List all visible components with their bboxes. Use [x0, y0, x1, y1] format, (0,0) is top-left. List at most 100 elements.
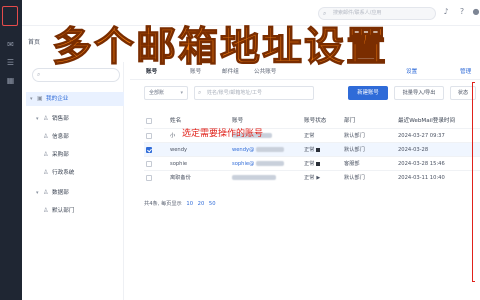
table-row[interactable]: 离职备份 正常 ▶ 默认部门 2024-03-11 10:40: [144, 170, 480, 184]
annotation-text: 选定需要操作的账号: [182, 129, 264, 139]
tree-item-purchase[interactable]: ♙ 采购部: [26, 148, 124, 162]
manage-link[interactable]: 管理: [460, 67, 471, 75]
status-text: 正常: [304, 175, 315, 181]
col-name[interactable]: 姓名: [170, 114, 181, 128]
pagination-summary: 共4条, 每页显示: [144, 201, 182, 207]
tree-item-sales[interactable]: ▾ ♙ 销售部: [26, 112, 124, 126]
cell-account: wendy@: [232, 143, 285, 157]
app-window: ✉ ☰ ▦ ⌕ 搜索邮件/联系人/应用 ♪ ? ● 首页 ⌕ ▾ ▣ 我的企业 ▾ ♙…: [0, 0, 480, 300]
cell-last-login: 2024-03-11 10:40: [398, 175, 445, 181]
chevron-down-icon: ▾: [36, 116, 39, 122]
tree-item-label: 销售部: [52, 116, 69, 122]
calendar-icon[interactable]: ▦: [4, 76, 17, 86]
cell-last-login: 2024-03-28: [398, 147, 429, 153]
search-icon: ⌕: [37, 71, 41, 78]
table-row[interactable]: sophie sophie@ 正常 客服部 2024-03-28 15:46: [144, 156, 480, 170]
user-icon[interactable]: ●: [470, 6, 480, 18]
breadcrumb[interactable]: 首页: [28, 37, 40, 46]
new-account-button[interactable]: 新建账号: [348, 86, 388, 100]
group-icon: ♙: [43, 133, 49, 140]
cell-name: wendy: [170, 147, 188, 153]
cell-status: 正常: [304, 143, 321, 157]
global-search-input[interactable]: ⌕ 搜索邮件/联系人/应用: [318, 7, 436, 20]
mail-icon[interactable]: ✉: [4, 40, 17, 50]
status-marker-icon: [316, 161, 321, 166]
pagination-footer: 共4条, 每页显示 10 20 50: [144, 200, 216, 207]
tree-item-data[interactable]: ▾ ♙ 数据部: [26, 186, 124, 200]
dept-select[interactable]: 全部账 ▾: [144, 86, 188, 100]
global-search-placeholder: 搜索邮件/联系人/应用: [333, 10, 382, 16]
dept-select-value: 全部账: [149, 90, 165, 96]
left-nav-rail: ✉ ☰ ▦: [0, 0, 22, 300]
col-dept[interactable]: 部门: [344, 114, 355, 128]
tree-item-my-company[interactable]: ▾ ▣ 我的企业: [26, 92, 124, 106]
contacts-icon[interactable]: ☰: [4, 58, 17, 68]
bell-icon[interactable]: ♪: [440, 6, 452, 18]
search-icon: ⌕: [198, 89, 202, 96]
cell-account: [232, 171, 276, 185]
row-checkbox[interactable]: [146, 175, 152, 181]
annotation-tick: [472, 82, 475, 83]
chevron-down-icon: ▾: [36, 190, 39, 196]
cell-status: 正常 ▶: [304, 171, 320, 185]
row-checkbox[interactable]: [146, 147, 152, 153]
account-text: wendy@: [232, 147, 255, 153]
tree-item-label: 行政系统: [52, 170, 75, 176]
building-icon: ▣: [37, 95, 43, 102]
group-icon: ♙: [43, 115, 49, 122]
tree-item-info[interactable]: ♙ 信息部: [26, 130, 124, 144]
group-icon: ♙: [43, 189, 49, 196]
group-icon: ♙: [43, 169, 49, 176]
cell-name: sophie: [170, 161, 188, 167]
redacted-block: [232, 175, 276, 180]
redacted-block: [256, 147, 285, 152]
page-size-10[interactable]: 10: [186, 201, 193, 207]
search-icon: ⌕: [323, 10, 327, 17]
page-size-20[interactable]: 20: [198, 201, 205, 207]
redacted-block: [256, 161, 285, 166]
cell-name: 小: [170, 133, 176, 139]
col-last-login[interactable]: 最近WebMail登录时间: [398, 114, 455, 128]
batch-import-export-button[interactable]: 批量导入/导出: [394, 86, 444, 100]
account-text: sophie@: [232, 161, 255, 167]
cell-dept: 默认部门: [344, 133, 365, 139]
row-checkbox[interactable]: [146, 161, 152, 167]
tree-item-label: 信息部: [52, 134, 69, 140]
org-tree-panel: ⌕ ▾ ▣ 我的企业 ▾ ♙ 销售部 ♙ 信息部 ♙ 采购部 ♙ 行政系统 ▾ ♙ 数据部 ♙ 默认…: [26, 62, 124, 300]
group-icon: ♙: [43, 207, 49, 214]
table-row[interactable]: wendy wendy@ 正常 默认部门 2024-03-28: [144, 142, 480, 156]
annotation-tick: [472, 281, 475, 282]
chevron-down-icon: ▾: [30, 96, 33, 102]
account-search-placeholder: 姓名/账号/邮箱地址/工号: [207, 90, 263, 96]
toolbar: 全部账 ▾ ⌕ 姓名/账号/邮箱地址/工号 新建账号 批量导入/导出 状态: [130, 86, 480, 102]
cell-status: 正常: [304, 157, 321, 171]
tree-item-default[interactable]: ♙ 默认部门: [26, 204, 124, 218]
cell-account: sophie@: [232, 157, 285, 171]
main-content: 账号 账号 邮件组 公共账号 设置 管理 全部账 ▾ ⌕ 姓名/账号/邮箱地址/…: [130, 62, 480, 300]
cell-status: 正常: [304, 129, 314, 143]
chevron-down-icon: ▾: [180, 90, 183, 96]
tree-item-admin[interactable]: ♙ 行政系统: [26, 166, 124, 180]
tree-item-label: 我的企业: [46, 96, 69, 102]
help-icon[interactable]: ?: [456, 6, 468, 18]
row-checkbox[interactable]: [146, 133, 152, 139]
tree-item-label: 默认部门: [52, 208, 75, 214]
account-search-input[interactable]: ⌕ 姓名/账号/邮箱地址/工号: [194, 86, 314, 100]
cell-dept: 默认部门: [344, 147, 365, 153]
group-icon: ♙: [43, 151, 49, 158]
cell-last-login: 2024-03-28 15:46: [398, 161, 445, 167]
select-all-checkbox[interactable]: [146, 118, 152, 124]
page-size-50[interactable]: 50: [209, 201, 216, 207]
status-marker-icon: [316, 147, 321, 152]
status-text: 正常: [304, 133, 315, 139]
status-text: 正常: [304, 147, 315, 153]
play-icon: ▶: [316, 175, 321, 181]
annotation-bracket: [472, 82, 480, 282]
cell-last-login: 2024-03-27 09:37: [398, 133, 445, 139]
tree-item-label: 采购部: [52, 152, 69, 158]
headline-overlay: 多个邮箱地址设置: [51, 23, 388, 70]
col-status[interactable]: 账号状态: [304, 114, 326, 128]
app-logo: [2, 6, 18, 26]
cell-dept: 客服部: [344, 161, 360, 167]
cell-dept: 默认部门: [344, 175, 365, 181]
